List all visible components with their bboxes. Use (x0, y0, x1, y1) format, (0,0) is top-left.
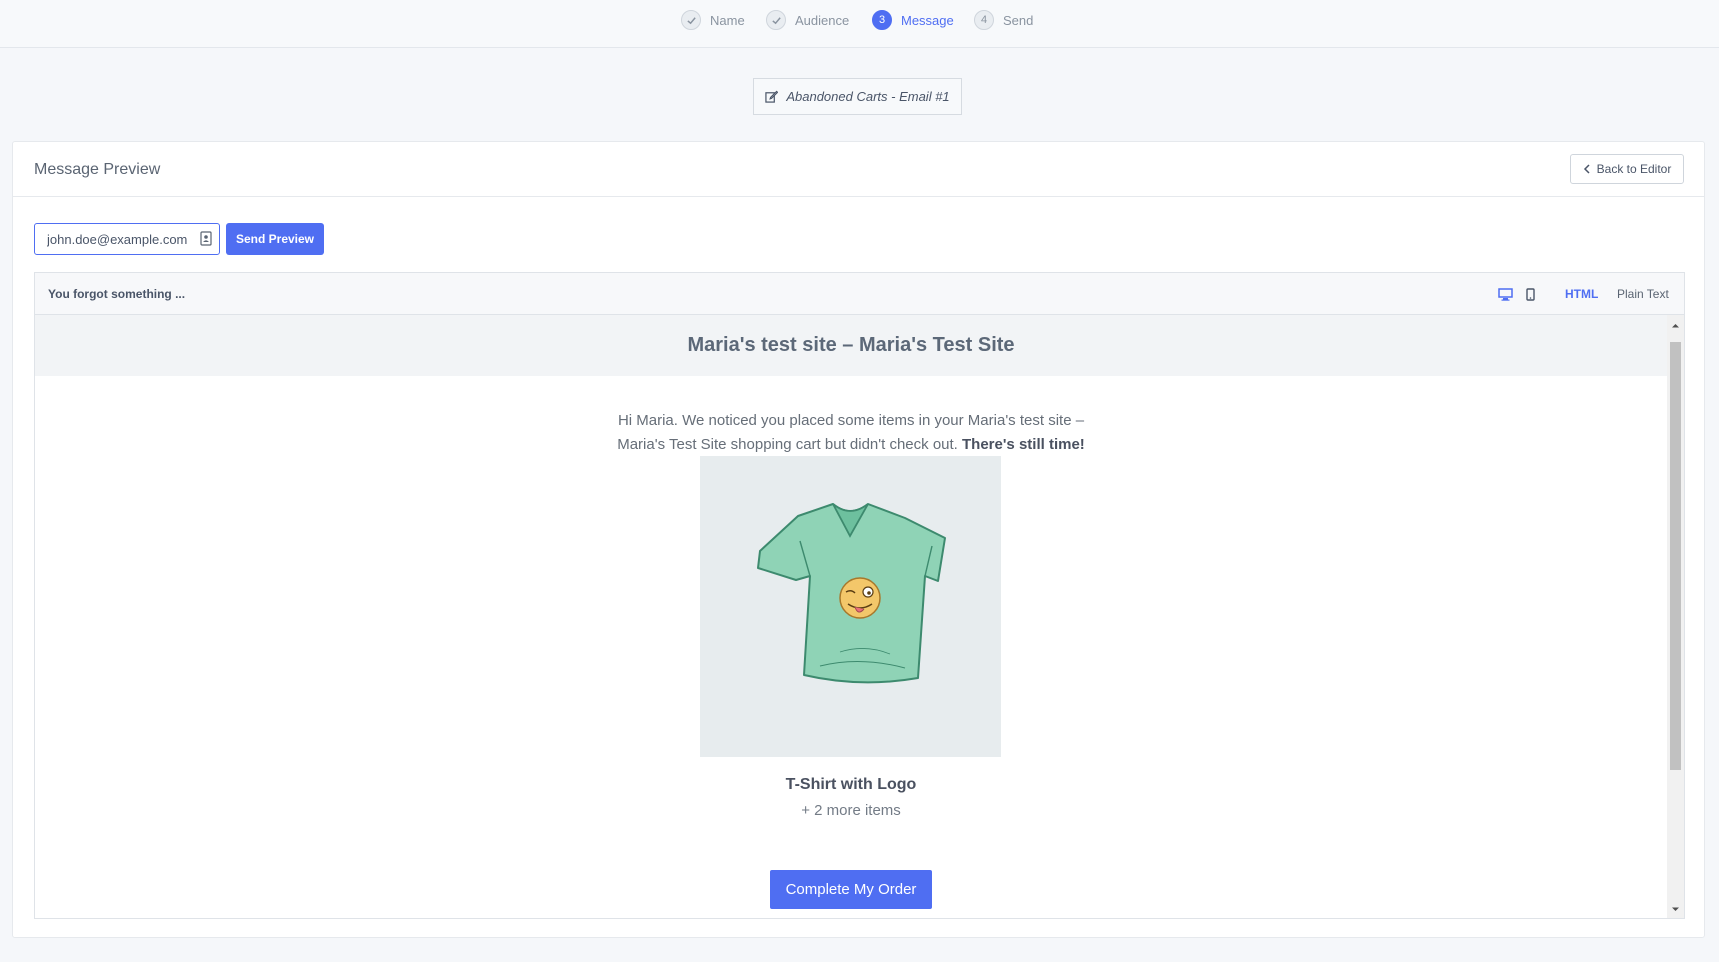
campaign-name-button[interactable]: Abandoned Carts - Email #1 (753, 78, 962, 115)
edit-icon (765, 90, 779, 103)
step-label: Name (710, 12, 745, 28)
message-preview-panel: Message Preview Back to Editor Send Prev… (12, 141, 1705, 938)
step-message[interactable]: 3 Message (872, 9, 954, 31)
wizard-steps: Name Audience 3 Message 4 Send (0, 0, 1719, 48)
step-label: Message (901, 12, 954, 28)
panel-title: Message Preview (34, 161, 161, 178)
panel-header: Message Preview Back to Editor (13, 142, 1704, 197)
step-number: 4 (974, 10, 994, 30)
tab-plain-text[interactable]: Plain Text (1617, 287, 1669, 301)
email-intro: Hi Maria. We noticed you placed some ite… (601, 409, 1101, 457)
product-name: T-Shirt with Logo (785, 776, 917, 793)
back-to-editor-button[interactable]: Back to Editor (1570, 154, 1684, 184)
back-label: Back to Editor (1596, 162, 1672, 176)
contact-card-icon[interactable] (200, 231, 212, 246)
scrollbar-thumb[interactable] (1670, 342, 1681, 770)
step-label: Send (1003, 12, 1034, 28)
preview-email-input[interactable] (34, 223, 220, 255)
chevron-left-icon (1583, 164, 1590, 174)
step-number: 3 (872, 10, 892, 30)
send-preview-button[interactable]: Send Preview (226, 223, 324, 255)
email-header: Maria's test site – Maria's Test Site (35, 315, 1667, 376)
preview-toolbar: You forgot something ... HTML Plain Text (35, 273, 1684, 315)
tab-html[interactable]: HTML (1565, 287, 1598, 301)
step-send[interactable]: 4 Send (974, 9, 1033, 31)
scroll-down-arrow-icon[interactable] (1671, 905, 1680, 914)
desktop-icon[interactable] (1498, 288, 1513, 301)
step-name[interactable]: Name (681, 9, 745, 31)
campaign-name: Abandoned Carts - Email #1 (786, 89, 950, 104)
complete-order-button[interactable]: Complete My Order (770, 870, 932, 909)
email-subject: You forgot something ... (48, 287, 186, 301)
vertical-scrollbar[interactable] (1667, 315, 1684, 918)
check-icon (681, 10, 701, 30)
intro-bold: There's still time! (962, 436, 1085, 453)
step-label: Audience (795, 12, 850, 28)
email-preview-frame: You forgot something ... HTML Plain Text… (34, 272, 1685, 919)
step-audience[interactable]: Audience (766, 9, 849, 31)
tshirt-illustration (757, 503, 946, 684)
check-icon (766, 10, 786, 30)
more-items-count: + 2 more items (801, 802, 901, 819)
email-body: Maria's test site – Maria's Test Site Hi… (35, 315, 1667, 918)
mobile-icon[interactable] (1526, 288, 1535, 301)
product-image[interactable] (700, 456, 1001, 757)
scroll-up-arrow-icon[interactable] (1671, 321, 1680, 330)
